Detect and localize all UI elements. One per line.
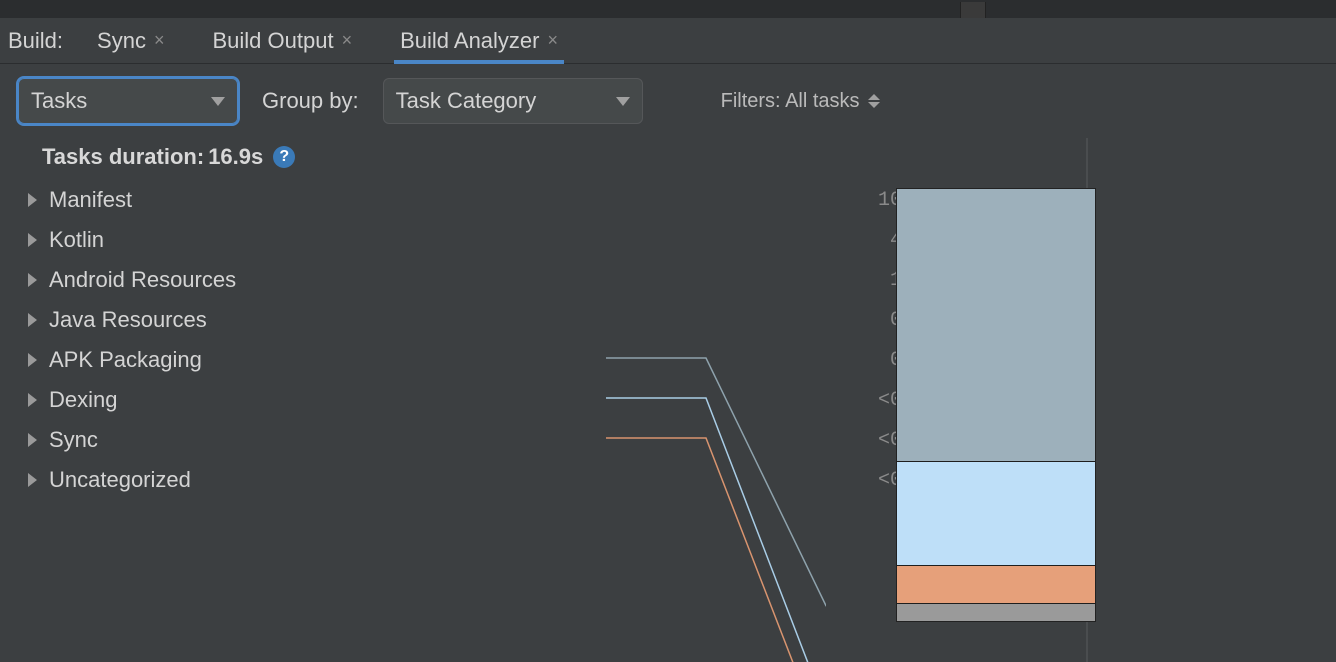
chevron-down-icon bbox=[616, 97, 630, 106]
sort-icon bbox=[868, 94, 880, 108]
close-icon[interactable]: × bbox=[342, 30, 353, 51]
category-name: Java Resources bbox=[49, 307, 856, 333]
tab-build-analyzer[interactable]: Build Analyzer × bbox=[396, 18, 562, 63]
chevron-right-icon bbox=[28, 193, 37, 207]
chart-segment bbox=[897, 603, 1095, 621]
chart-segment bbox=[897, 565, 1095, 603]
group-by-label: Group by: bbox=[262, 88, 359, 114]
category-name: APK Packaging bbox=[49, 347, 856, 373]
tab-label: Build Output bbox=[212, 28, 333, 54]
group-by-dropdown-value: Task Category bbox=[396, 88, 537, 114]
help-icon[interactable]: ? bbox=[273, 146, 295, 168]
chevron-right-icon bbox=[28, 233, 37, 247]
build-tab-bar: Build: Sync × Build Output × Build Analyzer × bbox=[0, 18, 1336, 64]
view-dropdown[interactable]: Tasks bbox=[18, 78, 238, 124]
category-name: Manifest bbox=[49, 187, 856, 213]
category-name: Android Resources bbox=[49, 267, 856, 293]
category-name: Kotlin bbox=[49, 227, 856, 253]
tab-label: Sync bbox=[97, 28, 146, 54]
tab-build-output[interactable]: Build Output × bbox=[208, 18, 356, 63]
chevron-right-icon bbox=[28, 473, 37, 487]
chevron-right-icon bbox=[28, 393, 37, 407]
chevron-right-icon bbox=[28, 313, 37, 327]
tab-sync[interactable]: Sync × bbox=[93, 18, 168, 63]
filters-selector[interactable]: Filters: All tasks bbox=[721, 90, 880, 113]
analyzer-content: Tasks duration: 16.9s ? Manifest10.7s63.… bbox=[0, 138, 1336, 662]
details-pane bbox=[1086, 138, 1336, 662]
chart-segment bbox=[897, 461, 1095, 564]
chevron-right-icon bbox=[28, 273, 37, 287]
app-root: Build: Sync × Build Output × Build Analyzer ×… bbox=[0, 0, 1336, 662]
tasks-duration-heading: Tasks duration: 16.9s ? bbox=[24, 138, 1066, 180]
chart-segment bbox=[897, 189, 1095, 461]
chevron-right-icon bbox=[28, 433, 37, 447]
window-top-strip bbox=[0, 0, 1336, 18]
category-name: Uncategorized bbox=[49, 467, 856, 493]
tab-prefix: Build: bbox=[8, 28, 63, 54]
category-name: Sync bbox=[49, 427, 856, 453]
view-dropdown-value: Tasks bbox=[31, 88, 87, 114]
group-by-dropdown[interactable]: Task Category bbox=[383, 78, 643, 124]
tab-label: Build Analyzer bbox=[400, 28, 539, 54]
stacked-bar-chart bbox=[896, 188, 1096, 622]
tasks-pane: Tasks duration: 16.9s ? Manifest10.7s63.… bbox=[0, 138, 1086, 662]
filters-label: Filters: All tasks bbox=[721, 90, 860, 113]
close-icon[interactable]: × bbox=[548, 30, 559, 51]
analyzer-toolbar: Tasks Group by: Task Category Filters: A… bbox=[0, 64, 1336, 138]
chevron-down-icon bbox=[211, 97, 225, 106]
heading-value: 16.9s bbox=[208, 144, 263, 170]
chevron-right-icon bbox=[28, 353, 37, 367]
close-icon[interactable]: × bbox=[154, 30, 165, 51]
heading-prefix: Tasks duration: bbox=[42, 144, 204, 170]
category-name: Dexing bbox=[49, 387, 856, 413]
